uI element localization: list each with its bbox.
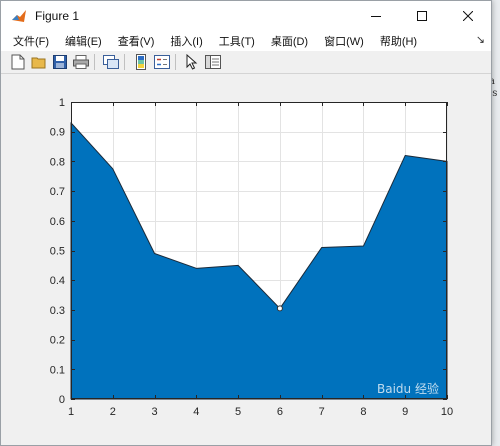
y-tick-label: 0.2 <box>50 335 65 347</box>
menu-help[interactable]: 帮助(H) <box>380 33 417 49</box>
data-point-marker <box>276 305 283 312</box>
property-editor-icon <box>205 55 221 69</box>
menu-edit[interactable]: 编辑(E) <box>65 33 102 49</box>
maximize-button[interactable] <box>399 1 445 31</box>
y-tick-label: 0.5 <box>50 246 65 258</box>
menu-view[interactable]: 查看(V) <box>118 33 155 49</box>
figure-window: Figure 1 文件(F) 编辑(E) 查看(V) 插入(I) 工具(T) 桌… <box>0 0 492 446</box>
menu-desktop[interactable]: 桌面(D) <box>271 33 308 49</box>
area-chart[interactable]: 1 2 3 4 5 6 7 8 9 10 0 0.1 0.2 0.3 0.4 0.5 0.6 0.7 0.8 0.9… <box>1 74 489 444</box>
menu-bar: 文件(F) 编辑(E) 查看(V) 插入(I) 工具(T) 桌面(D) 窗口(W… <box>1 31 491 51</box>
link-plot-icon <box>103 55 119 69</box>
property-editor-button[interactable] <box>204 53 222 71</box>
open-file-icon <box>31 57 46 69</box>
colorbar-button[interactable] <box>132 53 150 71</box>
x-tick-label: 5 <box>235 406 241 418</box>
print-button[interactable] <box>72 53 90 71</box>
menu-tools[interactable]: 工具(T) <box>219 33 255 49</box>
open-file-button[interactable] <box>30 53 48 71</box>
x-tick-label: 7 <box>319 406 325 418</box>
link-plot-button[interactable] <box>102 53 120 71</box>
legend-icon <box>154 55 170 69</box>
toolbar-separator <box>94 54 95 70</box>
new-figure-button[interactable] <box>9 53 27 71</box>
x-tick-label: 9 <box>402 406 408 418</box>
y-tick-label: 0.3 <box>50 305 65 317</box>
figure-toolbar <box>1 51 491 74</box>
watermark-text: Baidu 经验 <box>377 381 439 396</box>
save-button[interactable] <box>51 53 69 71</box>
minimize-icon <box>371 16 381 17</box>
menu-file[interactable]: 文件(F) <box>13 33 49 49</box>
minimize-button[interactable] <box>353 1 399 31</box>
save-icon <box>53 55 67 69</box>
y-tick-label: 1 <box>59 97 65 109</box>
y-tick-label: 0.8 <box>50 156 65 168</box>
figure-canvas: 1 2 3 4 5 6 7 8 9 10 0 0.1 0.2 0.3 0.4 0.5 0.6 0.7 0.8 0.9… <box>1 74 491 445</box>
pointer-icon <box>186 54 198 70</box>
matlab-icon <box>11 8 27 24</box>
toolbar-separator <box>175 54 176 70</box>
x-tick-label: 8 <box>360 406 366 418</box>
colorbar-icon <box>136 54 146 70</box>
menu-window[interactable]: 窗口(W) <box>324 33 364 49</box>
pointer-button[interactable] <box>183 53 201 71</box>
x-tick-label: 2 <box>110 406 116 418</box>
x-tick-label: 6 <box>277 406 283 418</box>
x-tick-label: 1 <box>68 406 74 418</box>
maximize-icon <box>417 11 427 21</box>
x-tick-label: 3 <box>151 406 157 418</box>
close-button[interactable] <box>445 1 491 31</box>
x-tick-label: 4 <box>193 406 199 418</box>
legend-button[interactable] <box>153 53 171 71</box>
title-bar[interactable]: Figure 1 <box>1 1 491 31</box>
close-icon <box>463 11 473 21</box>
y-tick-label: 0.6 <box>50 216 65 228</box>
y-tick-label: 0 <box>59 394 65 406</box>
y-tick-label: 0.1 <box>50 364 65 376</box>
toolbar-separator <box>124 54 125 70</box>
window-controls <box>353 1 491 31</box>
x-tick-label: 10 <box>441 406 453 418</box>
menu-insert[interactable]: 插入(I) <box>170 33 202 49</box>
y-tick-label: 0.9 <box>50 127 65 139</box>
new-figure-icon <box>11 54 25 70</box>
menu-overflow-icon[interactable]: ↘ <box>476 33 485 46</box>
y-tick-label: 0.4 <box>50 275 65 287</box>
print-icon <box>73 55 89 69</box>
y-tick-label: 0.7 <box>50 186 65 198</box>
window-title: Figure 1 <box>35 9 80 23</box>
